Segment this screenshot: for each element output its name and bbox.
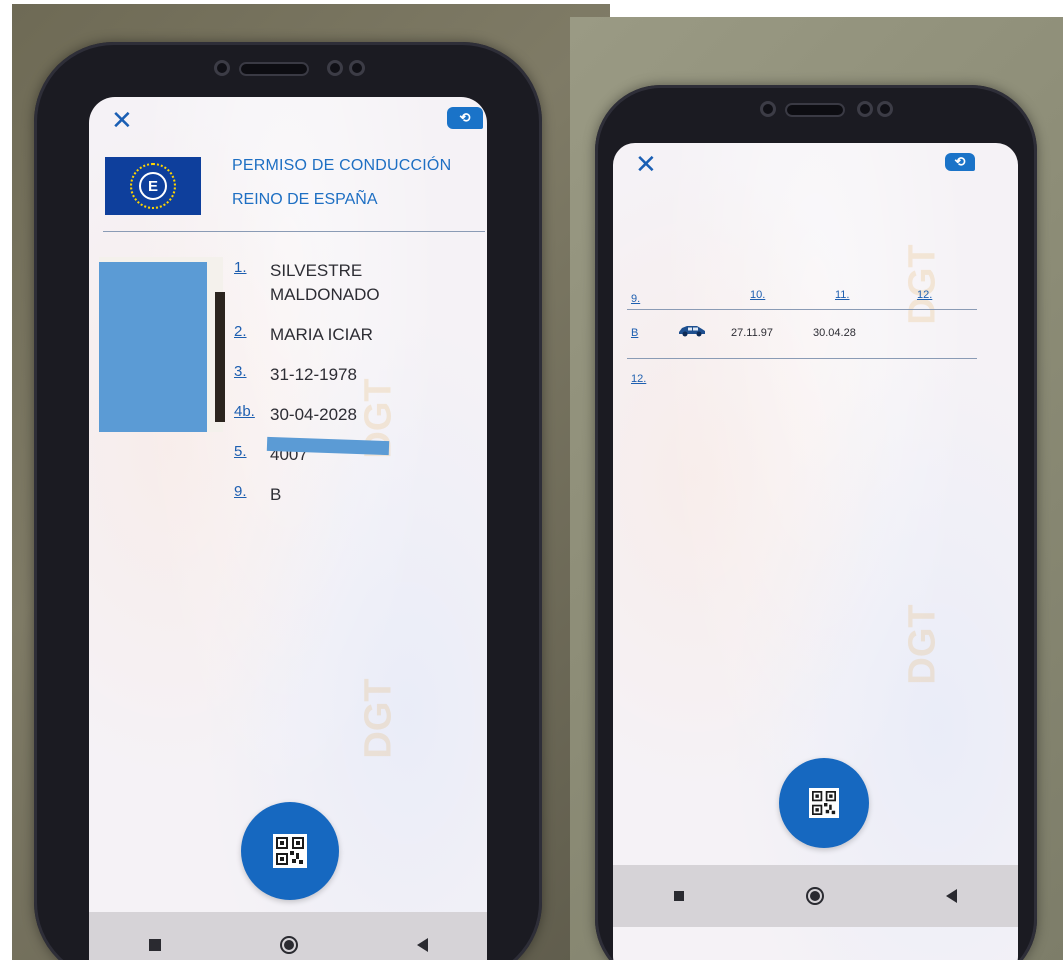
table-header-divider: [627, 309, 977, 310]
speaker-grille: [785, 103, 845, 117]
col-header-expiry-date: 11.: [835, 289, 850, 301]
home-icon[interactable]: [279, 935, 298, 954]
front-camera: [760, 101, 776, 117]
android-nav-bar: [613, 865, 1018, 927]
dgt-watermark: DGT: [357, 678, 400, 759]
field-given-name: 2. MARIA ICIAR: [234, 323, 373, 344]
license-title: PERMISO DE CONDUCCIÓN: [232, 157, 452, 174]
field-surname-1: 1. SILVESTRE: [234, 259, 363, 280]
recents-icon[interactable]: [674, 891, 684, 901]
field-birth-date: 3. 31-12-1978: [234, 363, 357, 384]
close-icon[interactable]: ✕: [635, 151, 657, 177]
field-category: 9. B: [234, 483, 282, 504]
sensor: [877, 101, 893, 117]
col-header-issue-date: 10.: [750, 289, 766, 301]
left-phone-body: DGT DGT ✕ ⟲ E PERMISO DE CONDUCCIÓN REIN…: [34, 42, 542, 960]
country-name: REINO DE ESPAÑA: [232, 191, 378, 208]
qr-code-button[interactable]: [241, 802, 339, 900]
flip-card-icon[interactable]: ⟲: [945, 153, 975, 171]
sensor: [327, 60, 343, 76]
row-category: B: [631, 327, 639, 339]
sensor: [349, 60, 365, 76]
field-expiry-date: 4b. 30-04-2028: [234, 403, 357, 424]
sensor: [857, 101, 873, 117]
right-photo: DGT DGT ✕ ⟲ 9. 10. 11. 12. B 27.11.97 30…: [570, 17, 1063, 960]
right-app-screen: DGT DGT ✕ ⟲ 9. 10. 11. 12. B 27.11.97 30…: [613, 143, 1018, 960]
car-icon: [677, 323, 707, 340]
left-photo: DGT DGT ✕ ⟲ E PERMISO DE CONDUCCIÓN REIN…: [12, 4, 610, 960]
qr-code-icon: [273, 834, 307, 868]
header-divider: [103, 231, 485, 232]
qr-code-button[interactable]: [779, 758, 869, 848]
photo-redaction: [99, 262, 207, 432]
close-icon[interactable]: ✕: [111, 107, 133, 133]
col-header-category: 9.: [631, 293, 641, 305]
speaker-grille: [239, 62, 309, 76]
dgt-watermark: DGT: [901, 244, 944, 325]
back-icon[interactable]: [416, 937, 428, 952]
row-expiry-date: 30.04.28: [813, 327, 856, 339]
left-app-screen: DGT DGT ✕ ⟲ E PERMISO DE CONDUCCIÓN REIN…: [89, 97, 487, 960]
back-icon[interactable]: [946, 889, 957, 903]
front-camera: [214, 60, 230, 76]
eu-flag: E: [105, 157, 201, 215]
qr-code-icon: [809, 788, 839, 818]
row-issue-date: 27.11.97: [731, 327, 774, 339]
home-icon[interactable]: [806, 887, 824, 905]
col-header-restrictions: 12.: [917, 289, 933, 301]
recents-icon[interactable]: [148, 938, 161, 951]
dgt-watermark: DGT: [901, 604, 944, 685]
country-code: E: [139, 172, 167, 200]
right-phone-body: DGT DGT ✕ ⟲ 9. 10. 11. 12. B 27.11.97 30…: [595, 85, 1037, 960]
restrictions-label: 12.: [631, 373, 647, 385]
field-surname-2: MALDONADO: [270, 285, 380, 304]
android-nav-bar: [89, 912, 487, 960]
table-row-divider: [627, 358, 977, 359]
flip-card-icon[interactable]: ⟲: [447, 107, 483, 129]
